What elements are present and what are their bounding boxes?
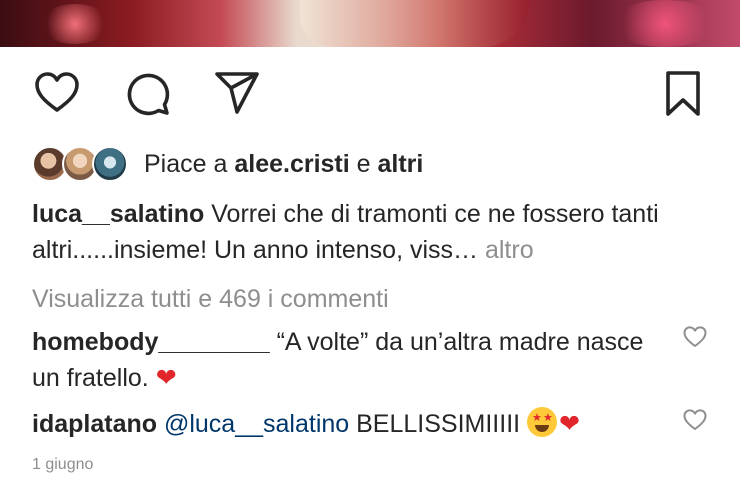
comment: idaplatano @luca__salatino BELLISSIMIIII… [32,406,672,442]
image-light-glow [610,0,720,47]
post-action-bar [0,68,740,122]
heart-outline-icon [683,326,707,347]
heart-outline-icon [35,72,79,112]
like-button[interactable] [32,68,82,118]
heart-outline-icon [683,409,707,430]
paper-plane-icon [215,72,259,114]
emoji-mouth [535,425,550,432]
save-button[interactable] [658,68,708,118]
comment-text: BELLISSIMIIIII [349,410,528,438]
star-eye: ★ [543,412,553,424]
caption-more-link[interactable]: altro [485,236,534,264]
likes-others-link[interactable]: altri [378,150,424,178]
comment-button[interactable] [122,68,172,118]
liker-username[interactable]: alee.cristi [234,150,349,178]
caption-username[interactable]: luca__salatino [32,200,204,228]
image-figure [300,0,530,47]
post-caption: luca__salatino Vorrei che di tramonti ce… [32,196,712,268]
comment-bubble-icon [127,73,170,116]
red-heart-emoji: ❤ [155,364,177,392]
comment-mention[interactable]: @luca__salatino [164,410,349,438]
comment-username[interactable]: idaplatano [32,410,157,438]
comment-like-button[interactable] [682,407,708,433]
likes-prefix: Piace a [144,149,235,178]
likes-text: Piace a alee.cristi e altri [144,150,423,179]
liker-avatars [32,144,132,184]
avatar [92,146,128,182]
comment-like-button[interactable] [682,324,708,350]
comment: homebody________ “A volte” da un’altra m… [32,324,672,396]
image-light-glow [40,4,110,44]
star-eye: ★ [532,412,542,424]
bookmark-icon [666,71,700,116]
post-date: 1 giugno [32,456,94,473]
view-all-comments-link[interactable]: Visualizza tutti e 469 i commenti [32,282,389,316]
red-heart-emoji: ❤ [559,410,580,438]
likes-summary[interactable]: Piace a alee.cristi e altri [32,144,423,184]
likes-joiner: e [349,149,378,178]
post-image[interactable] [0,0,740,47]
share-button[interactable] [212,68,262,118]
star-struck-emoji: ★ ★ [527,407,558,437]
comment-username[interactable]: homebody________ [32,328,270,356]
